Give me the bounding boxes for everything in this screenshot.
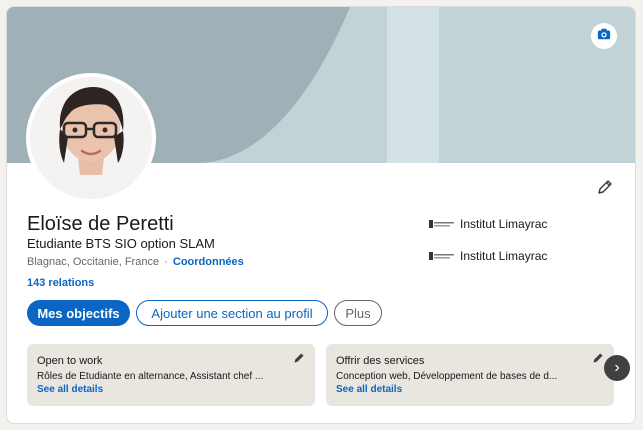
profile-card: Eloïse de Peretti Etudiante BTS SIO opti…: [6, 6, 636, 424]
profile-photo[interactable]: [26, 73, 156, 203]
tile-title: Offrir des services: [336, 355, 425, 367]
edit-intro-button[interactable]: [594, 178, 616, 200]
education-name: Institut Limayrac: [460, 217, 548, 231]
next-slide-button[interactable]: ›: [604, 355, 630, 381]
add-section-button[interactable]: Ajouter une section au profil: [136, 300, 328, 326]
profile-headline: Etudiante BTS SIO option SLAM: [27, 236, 215, 251]
education-name: Institut Limayrac: [460, 249, 548, 263]
institut-logo-icon: [429, 219, 455, 229]
chevron-right-icon: ›: [614, 359, 620, 376]
see-all-details-link[interactable]: See all details: [336, 384, 402, 395]
edit-open-to-work-button[interactable]: [291, 352, 307, 368]
services-card[interactable]: Offrir des services Conception web, Déve…: [326, 344, 614, 406]
profile-name: Eloïse de Peretti: [27, 213, 174, 235]
profile-location: Blagnac, Occitanie, France: [27, 256, 160, 268]
open-to-work-card[interactable]: Open to work Rôles de Étudiante en alter…: [27, 344, 315, 406]
tile-title: Open to work: [37, 355, 103, 367]
goals-button[interactable]: Mes objectifs: [27, 300, 130, 326]
education-item[interactable]: Institut Limayrac: [429, 217, 547, 231]
banner-stripe: [387, 7, 439, 163]
pencil-icon: [293, 351, 305, 369]
location-row: Blagnac, Occitanie, France · Coordonnées: [27, 256, 244, 268]
tile-description: Rôles de Étudiante en alternance, Assist…: [37, 371, 264, 382]
pencil-icon: [592, 351, 604, 369]
separator: ·: [164, 256, 168, 268]
camera-icon: [597, 27, 611, 46]
see-all-details-link[interactable]: See all details: [37, 384, 103, 395]
education-item[interactable]: Institut Limayrac: [429, 249, 547, 263]
pencil-icon: [597, 179, 613, 200]
institut-logo-icon: [429, 251, 455, 261]
more-button[interactable]: Plus: [334, 300, 382, 326]
edit-banner-button[interactable]: [591, 23, 617, 49]
connections-link[interactable]: 143 relations: [27, 277, 94, 289]
contact-info-link[interactable]: Coordonnées: [173, 256, 244, 268]
tile-description: Conception web, Développement de bases d…: [336, 371, 558, 382]
